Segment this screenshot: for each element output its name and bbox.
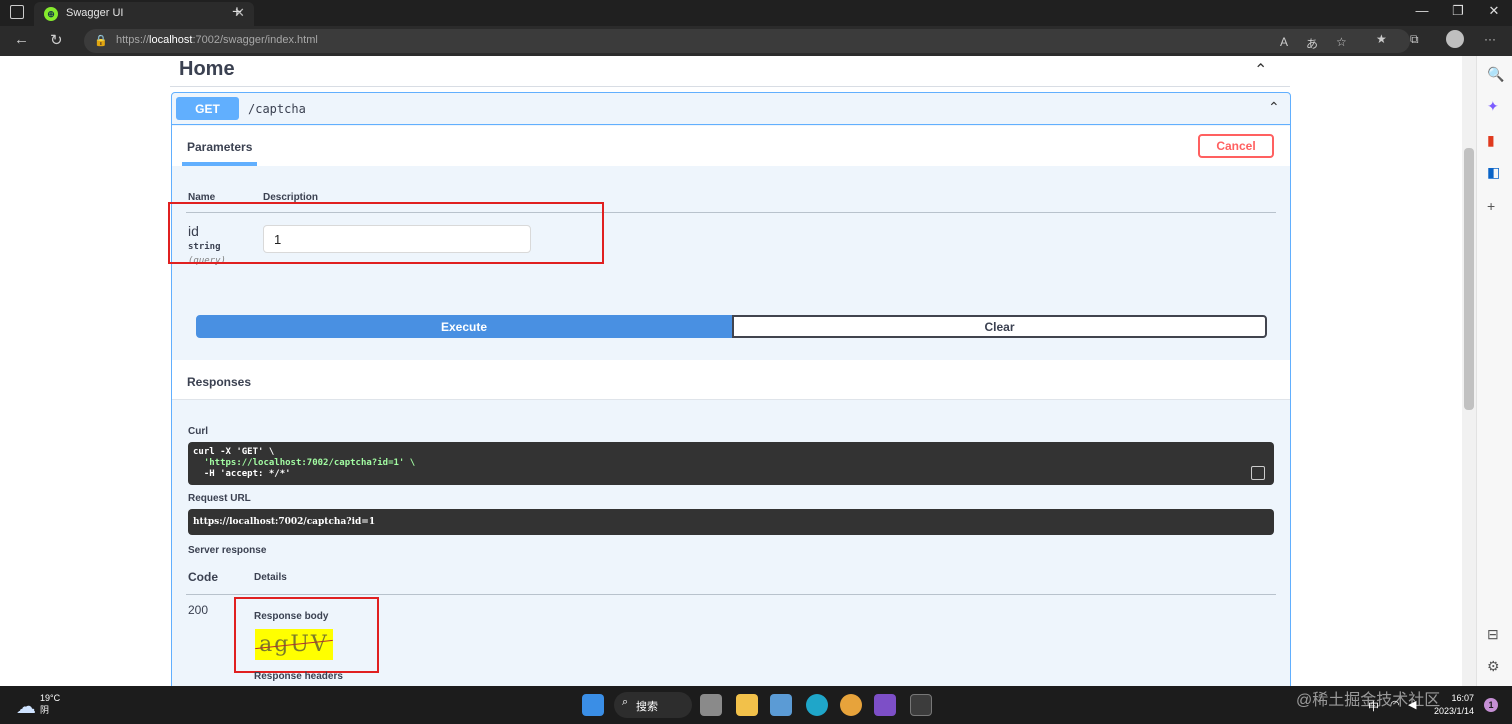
request-url-label: Request URL bbox=[188, 493, 251, 504]
profile-avatar[interactable] bbox=[1446, 30, 1464, 48]
minimize-icon[interactable]: — bbox=[1402, 3, 1442, 18]
search-label: 搜索 bbox=[636, 701, 658, 713]
add-favorite-icon[interactable]: ☆ bbox=[1336, 35, 1347, 49]
copilot-icon[interactable]: ✦ bbox=[1487, 98, 1499, 115]
browser-toolbar: ← ↻ 🔒 https://localhost:7002/swagger/ind… bbox=[0, 26, 1512, 56]
scrollbar-thumb[interactable] bbox=[1464, 148, 1474, 410]
clock[interactable]: 16:07 2023/1/14 bbox=[1434, 692, 1474, 718]
highlight-box-params bbox=[168, 202, 604, 264]
method-badge: GET bbox=[176, 97, 239, 120]
taskbar-search[interactable]: ⌕ 搜索 bbox=[614, 692, 692, 718]
section-divider bbox=[170, 86, 1290, 87]
windows-taskbar: ☁ 19°C 阴 ⌕ 搜索 @稀土掘金技术社区 中 ◠ ◀ 16:07 2023… bbox=[0, 686, 1512, 724]
operation-path: /captcha bbox=[248, 102, 306, 116]
copy-icon[interactable] bbox=[1251, 466, 1265, 480]
search-icon[interactable]: 🔍 bbox=[1487, 66, 1504, 83]
split-screen-icon[interactable]: ⊟ bbox=[1487, 626, 1499, 643]
operation-block: GET /captcha ⌃ Parameters Cancel Name De… bbox=[168, 92, 1291, 686]
collapse-operation-icon[interactable]: ⌃ bbox=[1268, 99, 1280, 116]
new-tab-icon[interactable]: + bbox=[232, 2, 242, 22]
swagger-page: Home ⌃ GET /captcha ⌃ Parameters Cancel … bbox=[0, 56, 1462, 686]
server-response-label: Server response bbox=[188, 545, 267, 556]
response-divider bbox=[186, 594, 1276, 595]
collapse-section-icon[interactable]: ⌃ bbox=[1254, 60, 1267, 80]
clear-button[interactable]: Clear bbox=[732, 315, 1267, 338]
weather-desc: 阴 bbox=[40, 705, 50, 715]
collections-icon[interactable]: ⧉ bbox=[1410, 32, 1419, 47]
curl-code-block: curl -X 'GET' \ 'https://localhost:7002/… bbox=[188, 442, 1274, 485]
sidebar-toggle-icon[interactable] bbox=[10, 5, 24, 19]
time: 16:07 bbox=[1451, 693, 1475, 703]
request-url: https://localhost:7002/captcha?id=1 bbox=[193, 517, 376, 527]
edge-browser-icon[interactable] bbox=[806, 694, 828, 716]
ime-indicator[interactable]: 中 bbox=[1368, 698, 1379, 714]
curl-label: Curl bbox=[188, 426, 208, 437]
translate-icon[interactable]: あ bbox=[1306, 35, 1318, 52]
app-icon[interactable] bbox=[840, 694, 862, 716]
curl-line: -H 'accept: */*' bbox=[193, 469, 291, 479]
responses-header: Responses bbox=[172, 360, 1290, 400]
file-explorer-icon[interactable] bbox=[736, 694, 758, 716]
date: 2023/1/14 bbox=[1434, 706, 1475, 716]
settings-icon[interactable]: ⚙ bbox=[1487, 658, 1500, 675]
close-window-icon[interactable]: ✕ bbox=[1474, 3, 1512, 19]
curl-line: 'https://localhost:7002/captcha?id=1' \ bbox=[193, 458, 416, 468]
request-url-block: https://localhost:7002/captcha?id=1 bbox=[188, 509, 1274, 535]
response-headers-label: Response headers bbox=[254, 671, 343, 682]
tab-parameters[interactable]: Parameters bbox=[187, 140, 252, 154]
notification-badge[interactable]: 1 bbox=[1484, 698, 1498, 712]
read-aloud-icon[interactable]: A bbox=[1280, 35, 1288, 49]
visual-studio-icon[interactable] bbox=[874, 694, 896, 716]
col-code-header: Code bbox=[188, 570, 218, 584]
highlight-box-response bbox=[234, 597, 379, 673]
edge-sidebar: 🔍 ✦ ▮ ◧ + ⊟ ⚙ bbox=[1476, 56, 1512, 686]
responses-title: Responses bbox=[187, 375, 252, 389]
lock-icon: 🔒 bbox=[94, 35, 108, 47]
curl-line: curl -X 'GET' \ bbox=[193, 447, 275, 457]
office-icon[interactable]: ▮ bbox=[1487, 132, 1495, 149]
outlook-icon[interactable]: ◧ bbox=[1487, 164, 1500, 181]
tab-title: Swagger UI bbox=[66, 7, 124, 19]
browser-tab[interactable]: ⊕ Swagger UI ✕ bbox=[34, 2, 254, 26]
terminal-icon[interactable] bbox=[910, 694, 932, 716]
restore-icon[interactable]: ❐ bbox=[1438, 3, 1478, 19]
section-title: Home bbox=[179, 58, 235, 80]
refresh-icon[interactable]: ↻ bbox=[50, 31, 63, 49]
address-bar[interactable]: 🔒 https://localhost:7002/swagger/index.h… bbox=[84, 29, 1410, 53]
cloud-icon[interactable]: ☁ bbox=[16, 694, 36, 719]
wifi-icon[interactable]: ◠ bbox=[1390, 698, 1400, 711]
browser-title-bar: ⊕ Swagger UI ✕ + — ❐ ✕ bbox=[0, 0, 1512, 26]
weather-widget[interactable]: 19°C 阴 bbox=[40, 692, 60, 716]
more-menu-icon[interactable]: ··· bbox=[1484, 32, 1496, 46]
parameters-header: Parameters Cancel bbox=[172, 126, 1290, 166]
swagger-favicon-icon: ⊕ bbox=[44, 7, 58, 21]
add-app-icon[interactable]: + bbox=[1487, 198, 1495, 214]
store-icon[interactable] bbox=[770, 694, 792, 716]
response-code: 200 bbox=[188, 603, 209, 617]
search-icon: ⌕ bbox=[622, 696, 629, 708]
temperature: 19°C bbox=[40, 693, 61, 703]
col-details-header: Details bbox=[254, 572, 287, 583]
start-icon[interactable] bbox=[582, 694, 604, 716]
back-icon[interactable]: ← bbox=[14, 31, 29, 48]
tab-underline bbox=[182, 162, 257, 166]
url-text: https://localhost:7002/swagger/index.htm… bbox=[116, 34, 318, 46]
cancel-button[interactable]: Cancel bbox=[1198, 134, 1274, 158]
volume-icon[interactable]: ◀ bbox=[1408, 698, 1416, 711]
execute-button[interactable]: Execute bbox=[196, 315, 732, 338]
task-view-icon[interactable] bbox=[700, 694, 722, 716]
operation-summary[interactable]: GET /captcha ⌃ bbox=[172, 93, 1290, 125]
favorites-icon[interactable]: ★ bbox=[1376, 32, 1387, 46]
